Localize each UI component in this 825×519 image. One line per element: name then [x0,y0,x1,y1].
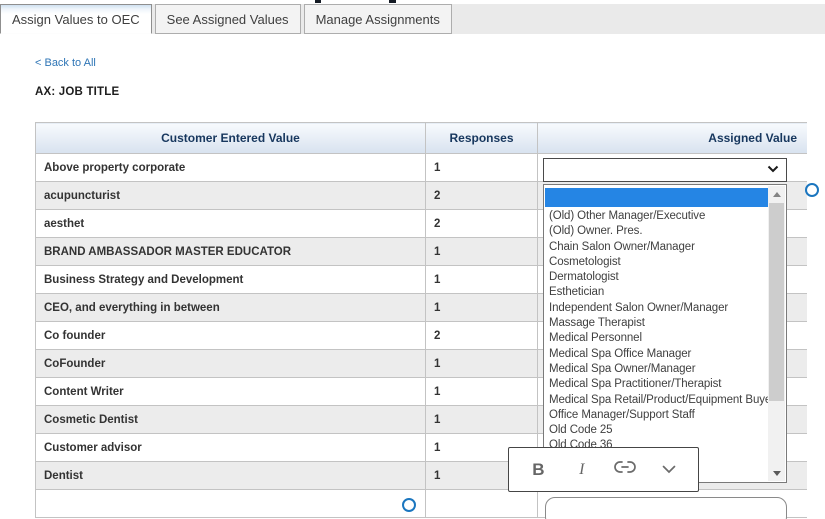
scrollbar-thumb[interactable] [769,203,784,401]
click-marker-ring [805,183,819,197]
customer-value-cell: CoFounder [36,350,426,378]
customer-value-cell: CEO, and everything in between [36,294,426,322]
responses-cell: 1 [426,406,538,434]
dropdown-option[interactable]: (Old) Owner. Pres. [544,224,768,239]
dropdown-option[interactable] [545,188,768,207]
dropdown-option[interactable]: Medical Spa Owner/Manager [544,362,768,377]
scroll-down-icon[interactable] [768,465,785,481]
responses-cell: 2 [426,210,538,238]
comment-input[interactable] [545,497,787,519]
tab-manage-assignments[interactable]: Manage Assignments [304,4,452,34]
customer-value-cell: aesthet [36,210,426,238]
dropdown-option[interactable]: Medical Spa Retail/Product/Equipment Buy… [544,393,768,408]
table-header-row: Customer Entered Value Responses Assigne… [36,123,808,154]
responses-cell: 1 [426,350,538,378]
tab-assign-values-to-oec[interactable]: Assign Values to OEC [0,4,152,34]
dropdown-option[interactable]: Medical Spa Office Manager [544,347,768,362]
assigned-value-select[interactable] [543,158,787,182]
link-icon [613,460,637,479]
dropdown-option[interactable]: Old Code 25 [544,423,768,438]
page-title: AX: JOB TITLE [35,86,119,98]
responses-cell: 2 [426,182,538,210]
chevron-down-icon [662,461,676,479]
customer-value-cell: BRAND AMBASSADOR MASTER EDUCATOR [36,238,426,266]
text-editor-toolbar: B I [508,447,699,492]
customer-value-cell: Co founder [36,322,426,350]
responses-cell: 1 [426,266,538,294]
dropdown-options: (Old) Other Manager/Executive(Old) Owner… [544,187,768,469]
dropdown-option[interactable]: Office Manager/Support Staff [544,408,768,423]
responses-cell: 1 [426,294,538,322]
dropdown-option[interactable]: Massage Therapist [544,316,768,331]
dropdown-option[interactable]: Medical Spa Practitioner/Therapist [544,377,768,392]
customer-value-cell: Business Strategy and Development [36,266,426,294]
responses-cell: 1 [426,238,538,266]
toolbar-more-button[interactable] [655,455,683,485]
dropdown-option[interactable]: Chain Salon Owner/Manager [544,240,768,255]
customer-value-cell [36,490,426,518]
dropdown-option[interactable]: (Old) Other Manager/Executive [544,209,768,224]
click-marker-ring [402,498,416,512]
responses-cell: 1 [426,378,538,406]
header-responses: Responses [426,123,538,154]
customer-value-cell: Dentist [36,462,426,490]
dropdown-option[interactable]: Esthetician [544,285,768,300]
clipped-text-fragment [389,0,396,3]
customer-value-cell: acupuncturist [36,182,426,210]
dropdown-option[interactable]: Cosmetologist [544,255,768,270]
dropdown-scrollbar[interactable] [768,186,785,481]
chevron-down-icon [767,164,779,176]
dropdown-option[interactable]: Dermatologist [544,270,768,285]
bold-button[interactable]: B [524,455,552,485]
scroll-up-icon[interactable] [768,186,785,202]
dropdown-option[interactable]: Independent Salon Owner/Manager [544,301,768,316]
responses-cell [426,490,538,518]
clipped-text-fragment [315,0,321,3]
tab-bar: Assign Values to OEC See Assigned Values… [0,4,825,34]
italic-button[interactable]: I [568,455,596,485]
customer-value-cell: Cosmetic Dentist [36,406,426,434]
customer-value-cell: Content Writer [36,378,426,406]
responses-cell: 2 [426,322,538,350]
header-assigned-value: Assigned Value [538,123,808,154]
assigned-value-dropdown-list: (Old) Other Manager/Executive(Old) Owner… [543,184,787,483]
customer-value-cell: Customer advisor [36,434,426,462]
responses-cell: 1 [426,154,538,182]
header-customer-entered-value: Customer Entered Value [36,123,426,154]
link-button[interactable] [611,455,639,485]
tab-see-assigned-values[interactable]: See Assigned Values [155,4,301,34]
dropdown-option[interactable]: Medical Personnel [544,331,768,346]
customer-value-cell: Above property corporate [36,154,426,182]
back-to-all-link[interactable]: < Back to All [35,57,96,69]
